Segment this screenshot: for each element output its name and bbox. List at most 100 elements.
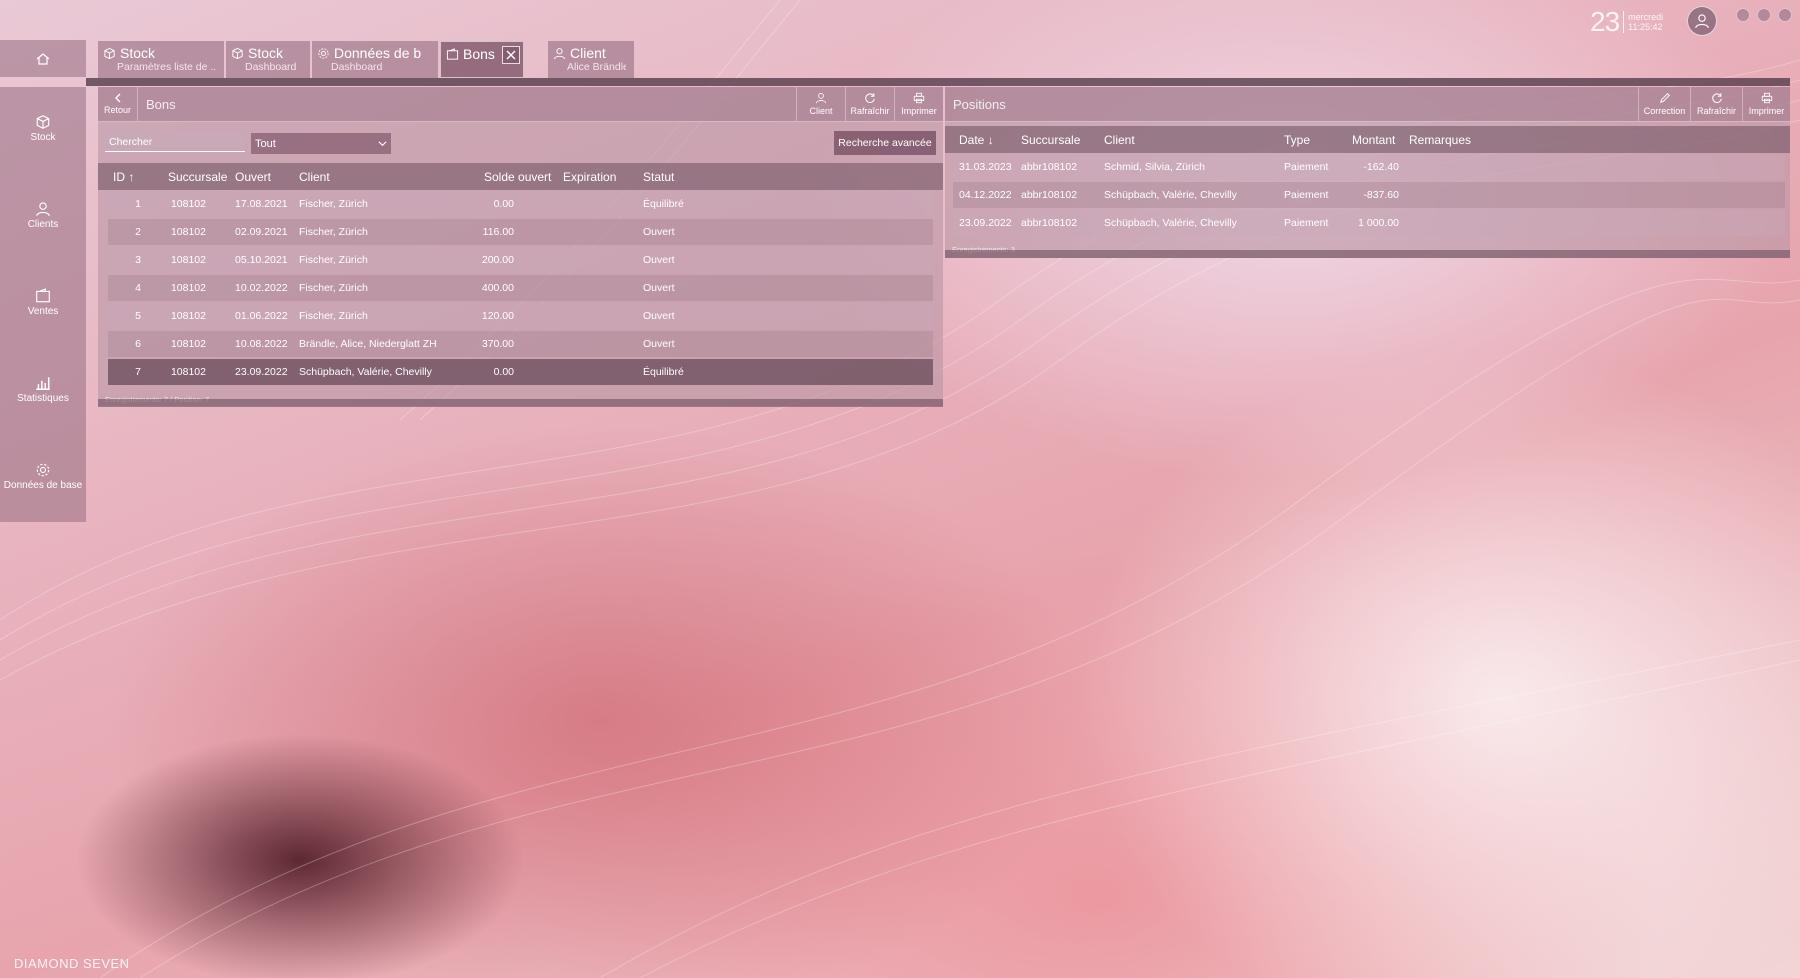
table-row[interactable]: 3 108102 05.10.2021 Fischer, Zürich 200.…: [108, 247, 933, 273]
cell-id: 3: [135, 254, 141, 266]
table-row[interactable]: 04.12.2022 abbr108102 Schüpbach, Valérie…: [953, 182, 1785, 208]
table-row-selected[interactable]: 7 108102 23.09.2022 Schüpbach, Valérie, …: [108, 359, 933, 385]
positions-toolbar: Positions Correction Rafraîchir Imprimer: [945, 87, 1790, 122]
sidebar-item-label: Stock: [30, 132, 56, 143]
filter-row: Tout Recherche avancée: [105, 131, 936, 155]
print-button-label: Imprimer: [901, 106, 937, 116]
sidebar-item-clients[interactable]: Clients: [0, 201, 86, 230]
status-filter-select[interactable]: Tout: [251, 133, 391, 154]
cell-client: Brändle, Alice, Niederglatt ZH: [299, 338, 437, 350]
table-row[interactable]: 6 108102 10.08.2022 Brändle, Alice, Nied…: [108, 331, 933, 357]
wallet-icon: [36, 288, 50, 303]
user-icon: [36, 202, 50, 217]
home-button[interactable]: [0, 40, 86, 77]
column-header-type[interactable]: Type: [1284, 133, 1310, 147]
column-header-id[interactable]: ID ↑: [113, 170, 134, 184]
cell-type: Paiement: [1284, 217, 1329, 229]
table-row[interactable]: 4 108102 10.02.2022 Fischer, Zürich 400.…: [108, 275, 933, 301]
table-row[interactable]: 31.03.2023 abbr108102 Schmid, Silvia, Zü…: [953, 154, 1785, 180]
table-row[interactable]: 23.09.2022 abbr108102 Schüpbach, Valérie…: [953, 210, 1785, 236]
cell-branch: 108102: [170, 198, 206, 210]
advanced-search-button[interactable]: Recherche avancée: [834, 131, 936, 155]
cell-opened: 05.10.2021: [235, 254, 288, 266]
correction-button-label: Correction: [1643, 106, 1686, 116]
panel-title: Positions: [953, 96, 1006, 112]
tab-title: Stock: [248, 45, 284, 61]
column-header-amount[interactable]: Montant: [1352, 133, 1395, 147]
column-header-balance[interactable]: Solde ouvert: [484, 170, 551, 184]
column-label: Date: [959, 133, 985, 147]
close-window-button[interactable]: [1778, 8, 1792, 22]
cell-branch: abbr108102: [1021, 161, 1078, 173]
tab-subtitle: Alice Brändle: [567, 61, 626, 73]
cell-client: Schmid, Silvia, Zürich: [1104, 161, 1205, 173]
cell-client: Fischer, Zürich: [299, 282, 368, 294]
tab-title: Stock: [120, 45, 156, 61]
pencil-icon: [1659, 93, 1670, 104]
cell-id: 4: [135, 282, 141, 294]
cell-date: 31.03.2023: [959, 161, 1012, 173]
sidebar-item-ventes[interactable]: Ventes: [0, 288, 86, 317]
close-tab-button[interactable]: [502, 46, 520, 64]
user-icon: [1695, 14, 1709, 29]
cell-opened: 01.06.2022: [235, 310, 288, 322]
sidebar-item-statistiques[interactable]: Statistiques: [0, 375, 86, 404]
back-button[interactable]: Retour: [98, 87, 138, 121]
back-label: Retour: [103, 105, 131, 115]
table-row[interactable]: 1 108102 17.08.2021 Fischer, Zürich 0.00…: [108, 191, 933, 217]
cell-branch: 108102: [170, 226, 206, 238]
cell-balance: 0.00: [493, 198, 514, 210]
refresh-button[interactable]: Rafraîchir: [845, 87, 894, 121]
cell-client: Schüpbach, Valérie, Chevilly: [299, 366, 432, 378]
print-button[interactable]: Imprimer: [894, 87, 943, 121]
vouchers-panel: Retour Bons Client Rafraîchir Imprimer T…: [98, 87, 943, 407]
column-header-expiration[interactable]: Expiration: [563, 170, 616, 184]
table-row[interactable]: 2 108102 02.09.2021 Fischer, Zürich 116.…: [108, 219, 933, 245]
client-button[interactable]: Client: [796, 87, 845, 121]
tab-stock-dashboard[interactable]: Stock Dashboard: [226, 41, 310, 78]
tab-title: Client: [570, 45, 606, 61]
gear-icon: [36, 463, 50, 477]
maximize-button[interactable]: [1757, 8, 1771, 22]
cell-branch: abbr108102: [1021, 189, 1078, 201]
correction-button[interactable]: Correction: [1638, 87, 1690, 121]
sidebar-item-donnees-de-base[interactable]: Données de base: [0, 462, 86, 491]
cell-branch: 108102: [170, 254, 206, 266]
column-header-status[interactable]: Statut: [643, 170, 674, 184]
cell-client: Schüpbach, Valérie, Chevilly: [1104, 217, 1237, 229]
tab-subtitle: Dashboard: [245, 61, 297, 73]
tab-donnees-de-base[interactable]: Données de b Dashboard: [312, 41, 438, 78]
vouchers-toolbar: Retour Bons Client Rafraîchir Imprimer: [98, 87, 943, 122]
tab-stock-parametres[interactable]: Stock Paramètres liste de ...: [98, 41, 224, 78]
cell-opened: 02.09.2021: [235, 226, 288, 238]
box-icon: [104, 47, 115, 59]
search-input[interactable]: [105, 132, 245, 152]
minimize-button[interactable]: [1736, 8, 1750, 22]
client-button-label: Client: [809, 106, 833, 116]
cell-balance: 200.00: [481, 254, 514, 266]
column-header-client[interactable]: Client: [1104, 133, 1135, 147]
cell-amount: 1 000.00: [1358, 217, 1399, 229]
cell-branch: 108102: [170, 338, 206, 350]
cell-client: Schüpbach, Valérie, Chevilly: [1104, 189, 1237, 201]
column-header-remarks[interactable]: Remarques: [1409, 133, 1471, 147]
clock-day: 23: [1590, 6, 1620, 37]
brand-logo: DIAMOND SEVEN: [14, 956, 130, 971]
column-header-client[interactable]: Client: [299, 170, 330, 184]
print-button[interactable]: Imprimer: [1742, 87, 1790, 121]
column-header-branch[interactable]: Succursale: [1021, 133, 1080, 147]
sort-ascending-icon: ↑: [128, 170, 135, 184]
refresh-button[interactable]: Rafraîchir: [1690, 87, 1742, 121]
column-header-branch[interactable]: Succursale: [168, 170, 227, 184]
clock-separator: [1623, 11, 1625, 33]
table-row[interactable]: 5 108102 01.06.2022 Fischer, Zürich 120.…: [108, 303, 933, 329]
cell-status: Ouvert: [643, 310, 675, 322]
column-header-date[interactable]: Date ↓: [959, 133, 994, 147]
tab-client[interactable]: Client Alice Brändle: [548, 41, 634, 78]
cell-opened: 23.09.2022: [235, 366, 288, 378]
user-icon: [553, 47, 566, 59]
sidebar-item-stock[interactable]: Stock: [0, 114, 86, 143]
cell-status: Équilibré: [643, 366, 684, 378]
column-header-opened[interactable]: Ouvert: [235, 170, 271, 184]
user-avatar[interactable]: [1687, 6, 1717, 36]
